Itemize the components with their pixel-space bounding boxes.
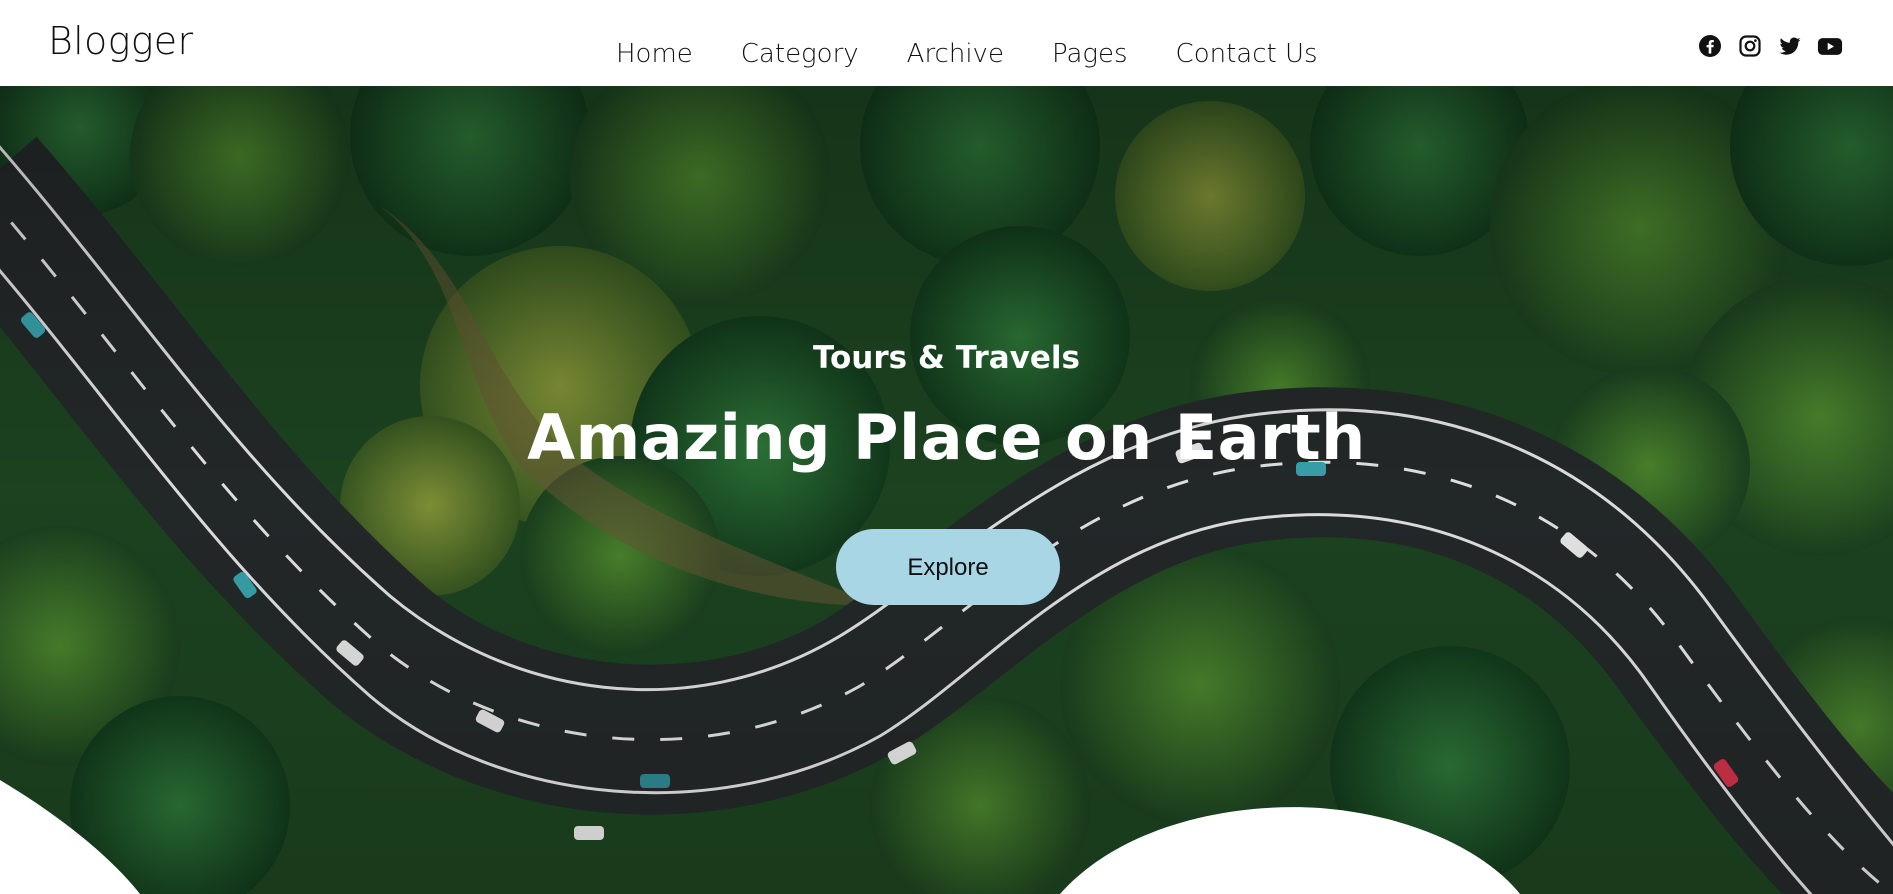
- site-logo[interactable]: Blogger: [48, 22, 193, 60]
- instagram-icon[interactable]: [1737, 33, 1763, 59]
- social-links: [1697, 33, 1843, 59]
- hero-subtitle: Tours & Travels: [812, 340, 1080, 376]
- nav-link-contact-us[interactable]: Contact Us: [1176, 38, 1318, 70]
- hero-background-image: [0, 86, 1893, 894]
- facebook-icon[interactable]: [1697, 33, 1723, 59]
- site-header: Blogger Home Category Archive Pages Cont…: [0, 0, 1893, 86]
- nav-link-archive[interactable]: Archive: [907, 38, 1004, 70]
- nav-link-category[interactable]: Category: [741, 38, 859, 70]
- nav-link-home[interactable]: Home: [616, 38, 693, 70]
- twitter-icon[interactable]: [1777, 33, 1803, 59]
- youtube-icon[interactable]: [1817, 33, 1843, 59]
- main-nav: Home Category Archive Pages Contact Us: [616, 38, 1366, 70]
- hero-title: Amazing Place on Earth: [527, 401, 1366, 474]
- hero-section: Tours & Travels Amazing Place on Earth E…: [0, 86, 1893, 894]
- explore-button[interactable]: Explore: [836, 529, 1060, 605]
- nav-link-pages[interactable]: Pages: [1052, 38, 1128, 70]
